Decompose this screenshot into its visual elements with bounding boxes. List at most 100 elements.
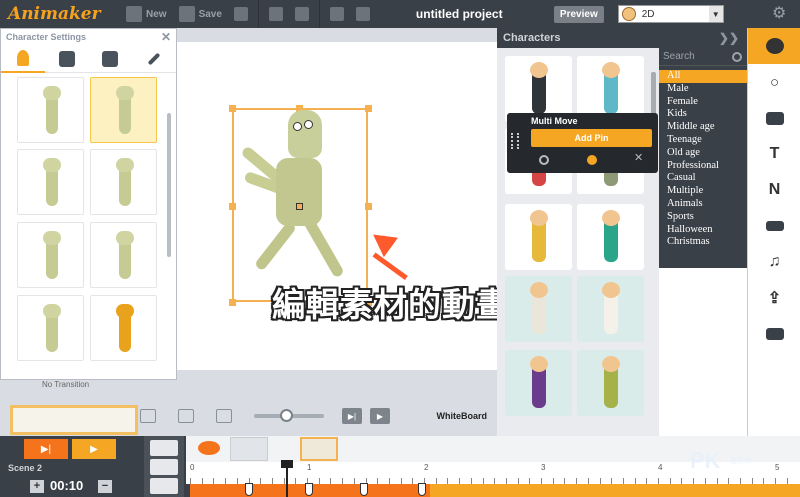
action-thumbnail[interactable] bbox=[17, 77, 84, 143]
play-scene-button[interactable]: ▶| bbox=[342, 408, 362, 424]
props-tool[interactable]: ○ bbox=[748, 64, 800, 100]
tab-colors[interactable] bbox=[89, 45, 133, 73]
play-all-button[interactable]: ▶ bbox=[72, 439, 116, 459]
cut-button[interactable] bbox=[228, 0, 254, 28]
zoom-fit-icon[interactable] bbox=[140, 409, 156, 423]
close-icon[interactable]: ✕ bbox=[634, 151, 643, 164]
category-item[interactable]: Christmas bbox=[659, 236, 747, 249]
drag-handle-icon[interactable] bbox=[511, 133, 519, 149]
background-tool[interactable] bbox=[748, 316, 800, 352]
category-item[interactable]: All bbox=[659, 70, 747, 83]
camera-track-icon[interactable] bbox=[150, 459, 178, 475]
zoom-slider[interactable] bbox=[254, 409, 324, 422]
timeline-item[interactable] bbox=[230, 437, 268, 461]
character-track-icon[interactable] bbox=[150, 440, 178, 456]
animation-track-exit[interactable] bbox=[430, 484, 800, 497]
character-figure bbox=[530, 282, 548, 334]
playhead[interactable] bbox=[286, 461, 288, 497]
tab-actions[interactable] bbox=[1, 45, 45, 73]
settings-tabs bbox=[1, 45, 176, 73]
action-thumbnail[interactable] bbox=[90, 222, 157, 288]
whiteboard-label[interactable]: WhiteBoard bbox=[437, 411, 488, 421]
resize-handle-tl[interactable] bbox=[229, 105, 236, 112]
video-tool[interactable] bbox=[748, 208, 800, 244]
zoom-slider-knob[interactable] bbox=[280, 409, 293, 422]
eye-icon[interactable] bbox=[190, 437, 228, 461]
undo-button[interactable] bbox=[324, 0, 350, 28]
transition-label[interactable]: No Transition bbox=[42, 380, 89, 389]
character-card[interactable] bbox=[505, 204, 572, 270]
decrease-duration-button[interactable]: − bbox=[98, 480, 112, 493]
tab-expressions[interactable] bbox=[45, 45, 89, 73]
category-item[interactable]: Casual bbox=[659, 172, 747, 185]
category-item[interactable]: Professional bbox=[659, 160, 747, 173]
timeline-item-selected[interactable] bbox=[300, 437, 338, 461]
tab-effects[interactable] bbox=[132, 45, 176, 73]
action-thumbnail[interactable] bbox=[17, 149, 84, 215]
scene-thumbnail[interactable] bbox=[10, 405, 138, 435]
character-card[interactable] bbox=[577, 204, 644, 270]
timer-icon[interactable] bbox=[539, 155, 549, 165]
collapse-icon[interactable]: ❯❯ bbox=[719, 31, 739, 45]
timeline: ▶| ▶ Scene 2 + 00:10 − 0 1 2 3 4 5 bbox=[0, 436, 800, 497]
settings-scrollbar[interactable] bbox=[167, 113, 171, 257]
action-thumbnail[interactable] bbox=[17, 222, 84, 288]
category-item[interactable]: Sports bbox=[659, 211, 747, 224]
category-item[interactable]: Halloween bbox=[659, 224, 747, 237]
category-item[interactable]: Middle age bbox=[659, 121, 747, 134]
action-thumbnail-selected[interactable] bbox=[90, 77, 157, 143]
grid-icon[interactable] bbox=[216, 409, 232, 423]
add-pin-button[interactable]: Add Pin bbox=[531, 129, 652, 147]
resize-handle-l[interactable] bbox=[229, 203, 236, 210]
category-item[interactable]: Animals bbox=[659, 198, 747, 211]
redo-button[interactable] bbox=[350, 0, 376, 28]
image-tool[interactable] bbox=[748, 100, 800, 136]
play-scene-button[interactable]: ▶| bbox=[24, 439, 68, 459]
category-item[interactable]: Old age bbox=[659, 147, 747, 160]
fullscreen-icon[interactable] bbox=[178, 409, 194, 423]
anchor-point[interactable] bbox=[296, 203, 303, 210]
close-icon[interactable]: ✕ bbox=[161, 30, 171, 44]
music-track-icon[interactable] bbox=[150, 478, 178, 494]
resize-handle-bl[interactable] bbox=[229, 299, 236, 306]
text-tool[interactable]: T bbox=[748, 136, 800, 172]
keyframe-marker[interactable] bbox=[418, 483, 426, 496]
gear-icon[interactable]: ⚙ bbox=[772, 6, 788, 22]
save-button[interactable]: Save bbox=[173, 0, 228, 28]
mode-select[interactable]: 2D ▼ bbox=[617, 5, 724, 23]
character-tool[interactable] bbox=[748, 28, 800, 64]
increase-duration-button[interactable]: + bbox=[30, 480, 44, 493]
category-item[interactable]: Male bbox=[659, 83, 747, 96]
action-thumbnail[interactable] bbox=[90, 295, 157, 361]
upload-icon: ⇪ bbox=[767, 290, 782, 307]
search-input[interactable]: Search bbox=[659, 48, 747, 66]
character-card[interactable] bbox=[505, 276, 572, 342]
action-thumbnail[interactable] bbox=[17, 295, 84, 361]
copy-button[interactable] bbox=[263, 0, 289, 28]
project-title[interactable]: untitled project bbox=[416, 7, 546, 21]
paste-button[interactable] bbox=[289, 0, 315, 28]
new-button[interactable]: New bbox=[120, 0, 173, 28]
keyframe-marker[interactable] bbox=[305, 483, 313, 496]
resize-handle-tr[interactable] bbox=[365, 105, 372, 112]
keyframe-marker[interactable] bbox=[245, 483, 253, 496]
character-card[interactable] bbox=[577, 350, 644, 416]
category-item[interactable]: Multiple bbox=[659, 185, 747, 198]
music-tool[interactable]: ♫ bbox=[748, 244, 800, 280]
search-placeholder: Search bbox=[663, 51, 695, 62]
category-item[interactable]: Teenage bbox=[659, 134, 747, 147]
character-card[interactable] bbox=[505, 350, 572, 416]
settings-icon[interactable] bbox=[587, 155, 597, 165]
category-item[interactable]: Kids bbox=[659, 108, 747, 121]
preview-button[interactable]: Preview bbox=[553, 5, 604, 23]
character-card[interactable] bbox=[577, 276, 644, 342]
resize-handle-r[interactable] bbox=[365, 203, 372, 210]
action-thumbnail[interactable] bbox=[90, 149, 157, 215]
new-file-icon bbox=[126, 6, 142, 22]
upload-tool[interactable]: ⇪ bbox=[748, 280, 800, 316]
right-toolbar: ○ T N ♫ ⇪ bbox=[747, 28, 800, 436]
category-item[interactable]: Female bbox=[659, 96, 747, 109]
play-button[interactable]: ▶ bbox=[370, 408, 390, 424]
keyframe-marker[interactable] bbox=[360, 483, 368, 496]
number-tool[interactable]: N bbox=[748, 172, 800, 208]
